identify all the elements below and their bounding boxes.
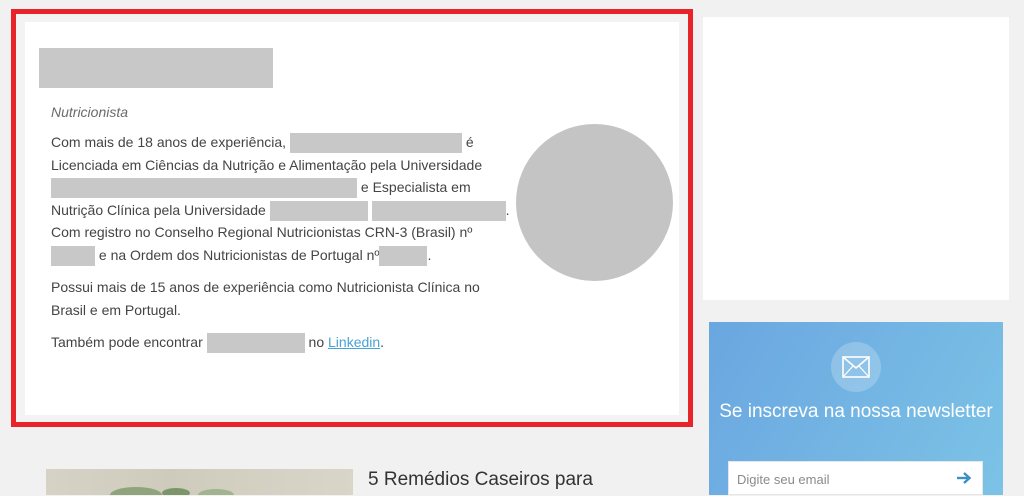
bio-text: e na Ordem dos Nutricionistas de Portuga… — [98, 246, 380, 263]
arrow-right-icon[interactable] — [956, 471, 972, 485]
linkedin-link[interactable]: Linkedin — [328, 334, 380, 350]
redacted-block — [269, 200, 368, 221]
sidebar-widget — [703, 17, 1009, 300]
redacted-block — [379, 245, 428, 266]
bio-text: . — [427, 246, 432, 263]
bio-text: Também pode encontrar — [51, 334, 203, 350]
bio-paragraph-3: Também pode encontrar no Linkedin. — [51, 331, 511, 354]
author-name-redacted — [39, 48, 273, 88]
envelope-icon — [831, 342, 881, 392]
article-title[interactable]: 5 Remédios Caseiros para — [368, 469, 593, 491]
redacted-block — [206, 333, 305, 354]
bio-paragraph-1: Com mais de 18 anos de experiência, é Li… — [51, 131, 511, 266]
email-field-box — [728, 461, 983, 496]
author-bio-box: Nutricionista Com mais de 18 anos de exp… — [25, 22, 679, 415]
author-photo-redacted — [516, 124, 673, 281]
author-bio: Com mais de 18 anos de experiência, é Li… — [51, 131, 511, 364]
newsletter-title: Se inscreva na nossa newsletter — [719, 401, 993, 422]
email-input[interactable] — [735, 462, 949, 496]
redacted-block — [51, 245, 95, 266]
bio-text: Com mais de 18 anos de experiência, — [51, 134, 287, 150]
bio-text: . — [380, 334, 385, 350]
bio-paragraph-2: Possui mais de 15 anos de experiência co… — [51, 279, 480, 318]
article-thumbnail[interactable] — [46, 469, 353, 495]
newsletter-widget: Se inscreva na nossa newsletter — [709, 322, 1003, 496]
bio-text: no — [308, 334, 325, 350]
author-card-highlight: Nutricionista Com mais de 18 anos de exp… — [11, 9, 693, 427]
author-role: Nutricionista — [51, 104, 129, 120]
redacted-block — [51, 178, 357, 199]
redacted-block — [371, 200, 506, 221]
redacted-block — [289, 133, 462, 154]
